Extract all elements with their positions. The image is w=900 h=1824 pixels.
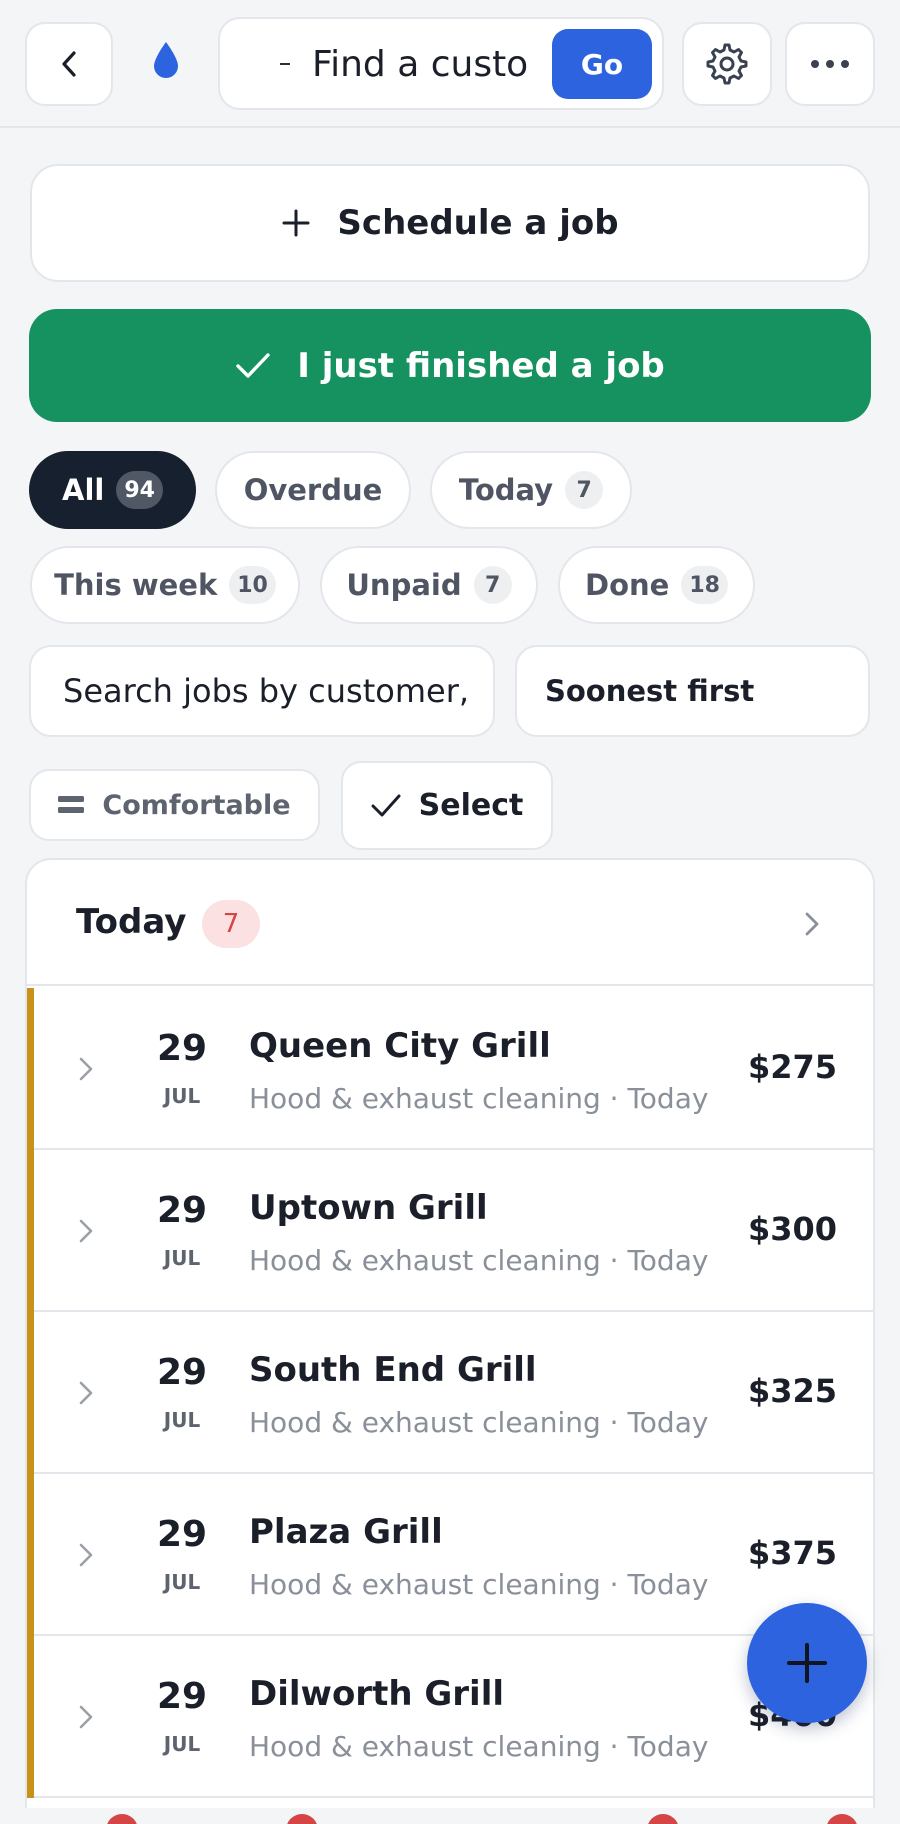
sort-select[interactable]: Soonest first [515, 645, 870, 737]
plus-icon [282, 209, 310, 237]
section-header-today[interactable]: Today 7 [27, 860, 873, 986]
job-date-month: JUL [163, 1408, 201, 1432]
finished-job-label: I just finished a job [297, 345, 665, 386]
chevron-right-icon[interactable] [77, 1055, 95, 1083]
filter-chip-label: All [62, 473, 105, 507]
checkmark-icon [236, 352, 270, 378]
job-date-day: 29 [156, 1676, 208, 1717]
select-mode-button[interactable]: Select [341, 761, 553, 850]
top-bar: Go [0, 0, 900, 128]
filter-chip-overdue[interactable]: Overdue [215, 451, 411, 529]
add-job-fab[interactable] [747, 1603, 867, 1723]
density-icon [58, 796, 85, 813]
job-row[interactable]: 29 JUL Uptown Grill Hood & exhaust clean… [27, 1150, 873, 1312]
chevron-right-icon[interactable] [77, 1217, 95, 1245]
job-customer-name: Queen City Grill [249, 1026, 551, 1066]
row-status-accent [27, 1150, 34, 1312]
job-service-meta: Hood & exhaust cleaning · Today [249, 1730, 709, 1763]
plus-icon [787, 1643, 827, 1683]
job-list-card: Today 7 29 JUL Queen City Grill Hood & e… [25, 858, 875, 1824]
filter-chip-count: 18 [681, 566, 728, 604]
water-drop-icon [154, 42, 178, 78]
filter-chip-label: Done [585, 568, 670, 602]
job-service-meta: Hood & exhaust cleaning · Today [249, 1406, 709, 1439]
gear-icon [706, 43, 748, 85]
filter-chip-label: Today [458, 473, 554, 507]
chevron-left-icon [62, 51, 76, 77]
go-button[interactable]: Go [552, 29, 652, 99]
chevron-right-icon[interactable] [77, 1703, 95, 1731]
more-horizontal-icon [811, 60, 849, 68]
job-price: $275 [747, 1048, 837, 1086]
job-price: $300 [747, 1210, 837, 1248]
back-button[interactable] [25, 22, 113, 106]
select-label: Select [418, 788, 524, 823]
job-date-day: 29 [156, 1028, 208, 1069]
job-price: $375 [747, 1534, 837, 1572]
filter-chip-count: 94 [116, 471, 163, 509]
job-date-month: JUL [163, 1732, 201, 1756]
filter-chip-label: Overdue [243, 473, 383, 507]
filter-chip-count: 7 [473, 566, 512, 604]
job-customer-name: Plaza Grill [249, 1512, 443, 1552]
filter-chip-unpaid[interactable]: Unpaid 7 [320, 546, 538, 624]
section-title: Today [76, 902, 187, 942]
jobs-search-text: Search jobs by customer, [63, 672, 470, 710]
density-label: Comfortable [102, 789, 291, 821]
job-customer-name: South End Grill [249, 1350, 537, 1390]
schedule-job-button[interactable]: Schedule a job [30, 164, 870, 282]
filter-chip-this-week[interactable]: This week 10 [30, 546, 300, 624]
filter-chip-today[interactable]: Today 7 [430, 451, 632, 529]
job-date-day: 29 [156, 1352, 208, 1393]
job-date-month: JUL [163, 1246, 201, 1270]
row-status-accent [27, 988, 34, 1150]
row-status-accent [27, 1636, 34, 1798]
job-date-day: 29 [156, 1190, 208, 1231]
job-row[interactable]: 29 JUL Queen City Grill Hood & exhaust c… [27, 988, 873, 1150]
more-options-button[interactable] [785, 22, 875, 106]
settings-button[interactable] [682, 22, 772, 106]
job-row[interactable]: 29 JUL South End Grill Hood & exhaust cl… [27, 1312, 873, 1474]
schedule-job-label: Schedule a job [337, 203, 619, 243]
job-customer-name: Uptown Grill [249, 1188, 488, 1228]
chevron-right-icon[interactable] [77, 1379, 95, 1407]
filter-chip-count: 7 [565, 471, 604, 509]
job-date-month: JUL [163, 1570, 201, 1594]
job-customer-name: Dilworth Grill [249, 1674, 504, 1714]
density-toggle-button[interactable]: Comfortable [29, 769, 320, 841]
sort-selected-value: Soonest first [545, 674, 755, 708]
job-service-meta: Hood & exhaust cleaning · Today [249, 1244, 709, 1277]
jobs-search-input[interactable]: Search jobs by customer, [29, 645, 495, 737]
job-service-meta: Hood & exhaust cleaning · Today [249, 1082, 709, 1115]
customer-search-input[interactable] [312, 37, 572, 91]
job-date-month: JUL [163, 1084, 201, 1108]
job-row[interactable]: 29 JUL Plaza Grill Hood & exhaust cleani… [27, 1474, 873, 1636]
job-date-day: 29 [156, 1514, 208, 1555]
chevron-right-icon[interactable] [77, 1541, 95, 1569]
search-cursor-mark [280, 63, 290, 65]
chevron-right-icon [805, 912, 819, 936]
checkmark-icon [371, 794, 401, 816]
job-service-meta: Hood & exhaust cleaning · Today [249, 1568, 709, 1601]
customer-search-box[interactable]: Go [218, 17, 664, 110]
filter-chip-all[interactable]: All 94 [29, 451, 196, 529]
row-status-accent [27, 1312, 34, 1474]
filter-chip-count: 10 [229, 566, 276, 604]
filter-chip-label: This week [54, 568, 218, 602]
section-count-badge: 7 [202, 900, 260, 948]
filter-chip-done[interactable]: Done 18 [558, 546, 755, 624]
row-status-accent [27, 1474, 34, 1636]
filter-chip-label: Unpaid [346, 568, 462, 602]
finished-job-button[interactable]: I just finished a job [29, 309, 871, 422]
job-price: $325 [747, 1372, 837, 1410]
